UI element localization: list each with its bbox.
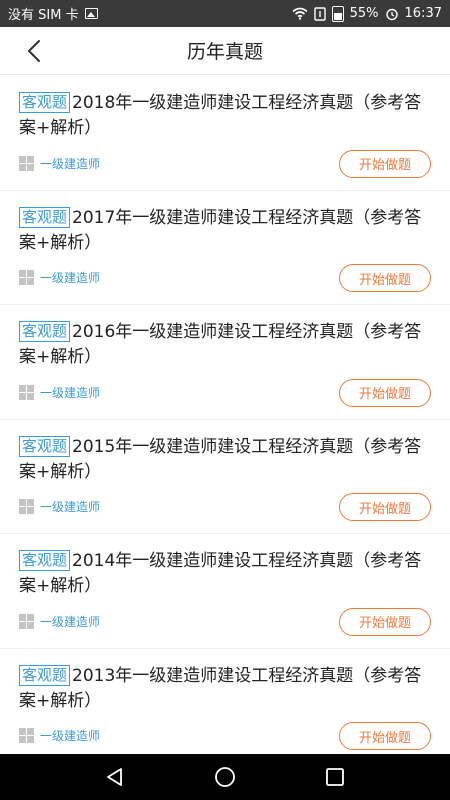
item-meta: 一级建造师 <box>19 269 100 286</box>
item-tag: 客观题 <box>19 92 71 113</box>
status-bar: 没有 SIM 卡 55% 16:37 <box>0 0 450 27</box>
square-recents-icon <box>326 768 344 786</box>
item-meta: 一级建造师 <box>19 498 100 515</box>
grid-icon <box>19 728 34 743</box>
start-button[interactable]: 开始做题 <box>339 722 431 750</box>
status-right: 55% 16:37 <box>292 5 442 22</box>
item-title[interactable]: 客观题 2013年一级建造师建设工程经济真题（参考答案+解析） <box>19 664 431 714</box>
system-nav-bar <box>0 754 450 800</box>
wifi-icon <box>292 7 308 20</box>
item-title[interactable]: 客观题 2017年一级建造师建设工程经济真题（参考答案+解析） <box>19 206 431 256</box>
item-category: 一级建造师 <box>40 271 101 285</box>
grid-icon <box>19 155 34 171</box>
list-item[interactable]: 客观题 2013年一级建造师建设工程经济真题（参考答案+解析） 一级建造师 开始做… <box>0 649 450 755</box>
item-title-text: 2015年一级建造师建设工程经济真题（参考答案+解析） <box>19 436 422 482</box>
grid-icon <box>19 499 34 514</box>
chevron-left-icon <box>28 40 40 62</box>
alarm-icon <box>385 8 398 20</box>
item-category: 一级建造师 <box>40 156 101 171</box>
carrier-text: 没有 SIM 卡 <box>8 8 79 23</box>
item-title[interactable]: 客观题 2014年一级建造师建设工程经济真题（参考答案+解析） <box>19 549 431 599</box>
item-tag: 客观题 <box>19 435 71 457</box>
item-tag: 客观题 <box>19 664 71 686</box>
page-title: 历年真题 <box>186 41 263 63</box>
item-meta: 一级建造师 <box>19 384 100 401</box>
item-category: 一级建造师 <box>40 729 101 743</box>
item-tag: 客观题 <box>19 550 71 571</box>
list-item[interactable]: 客观题 2017年一级建造师建设工程经济真题（参考答案+解析） 一级建造师 开始做… <box>0 191 450 305</box>
item-title-text: 2014年一级建造师建设工程经济真题（参考答案+解析） <box>19 551 422 596</box>
grid-icon <box>19 613 34 629</box>
clock-time: 16:37 <box>404 6 442 21</box>
list-item[interactable]: 客观题 2015年一级建造师建设工程经济真题（参考答案+解析） 一级建造师 开始做… <box>0 420 450 534</box>
list-item[interactable]: 客观题 2018年一级建造师建设工程经济真题（参考答案+解析） 一级建造师 开始做… <box>0 76 450 191</box>
item-title-text: 2016年一级建造师建设工程经济真题（参考答案+解析） <box>19 322 422 367</box>
data-usage-icon <box>313 6 326 21</box>
item-title[interactable]: 客观题 2016年一级建造师建设工程经济真题（参考答案+解析） <box>19 320 431 370</box>
item-tag: 客观题 <box>19 206 71 228</box>
nav-recents-button[interactable] <box>315 757 355 797</box>
start-button[interactable]: 开始做题 <box>339 493 431 521</box>
item-tag: 客观题 <box>19 321 71 342</box>
grid-icon <box>19 384 34 400</box>
start-button[interactable]: 开始做题 <box>339 264 431 292</box>
list-item[interactable]: 客观题 2014年一级建造师建设工程经济真题（参考答案+解析） 一级建造师 开始做… <box>0 534 450 649</box>
battery-icon <box>331 5 344 22</box>
status-left: 没有 SIM 卡 <box>8 4 98 23</box>
item-title[interactable]: 客观题 2018年一级建造师建设工程经济真题（参考答案+解析） <box>19 91 431 141</box>
item-title-text: 2017年一级建造师建设工程经济真题（参考答案+解析） <box>19 207 422 253</box>
back-button[interactable] <box>20 37 48 65</box>
item-title-text: 2013年一级建造师建设工程经济真题（参考答案+解析） <box>19 665 422 711</box>
item-title[interactable]: 客观题 2015年一级建造师建设工程经济真题（参考答案+解析） <box>19 435 431 485</box>
start-button[interactable]: 开始做题 <box>339 607 431 636</box>
item-meta: 一级建造师 <box>19 155 100 172</box>
item-category: 一级建造师 <box>40 500 101 514</box>
battery-percent: 55% <box>349 6 379 21</box>
app-header: 历年真题 <box>0 27 450 75</box>
item-meta: 一级建造师 <box>19 613 100 630</box>
circle-home-icon <box>215 767 235 787</box>
exam-list[interactable]: 客观题 2018年一级建造师建设工程经济真题（参考答案+解析） 一级建造师 开始做… <box>0 76 450 754</box>
nav-home-button[interactable] <box>205 757 245 797</box>
triangle-back-icon <box>107 768 122 786</box>
item-category: 一级建造师 <box>40 385 101 400</box>
item-meta: 一级建造师 <box>19 727 100 744</box>
start-button[interactable]: 开始做题 <box>339 149 431 178</box>
image-icon <box>84 8 98 19</box>
grid-icon <box>19 270 34 285</box>
item-title-text: 2018年一级建造师建设工程经济真题（参考答案+解析） <box>19 93 422 138</box>
nav-back-button[interactable] <box>95 757 135 797</box>
item-category: 一级建造师 <box>40 614 101 629</box>
start-button[interactable]: 开始做题 <box>339 378 431 407</box>
list-item[interactable]: 客观题 2016年一级建造师建设工程经济真题（参考答案+解析） 一级建造师 开始做… <box>0 305 450 420</box>
